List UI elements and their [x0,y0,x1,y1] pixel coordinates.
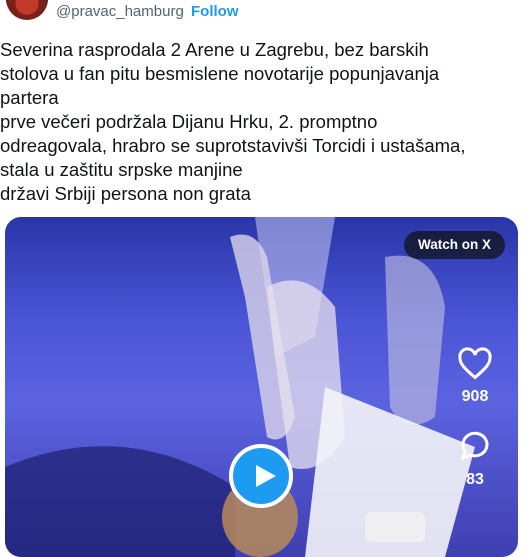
tweet-header: @pravac_hamburg · Follow [0,0,527,26]
follow-button[interactable]: Follow [191,3,239,20]
tweet-line: prve večeri podržala Dijanu Hrku, 2. pro… [0,111,378,132]
heart-icon [458,347,492,380]
tweet-line: Severina rasprodala 2 Arene u Zagrebu, b… [0,39,429,60]
separator-dot: · [180,3,185,20]
like-count: 908 [461,388,489,405]
video-player[interactable]: Watch on X 908 83 [5,217,518,557]
tweet-text: Severina rasprodala 2 Arene u Zagrebu, b… [0,38,520,206]
background-figure [385,255,445,425]
video-actions: 908 83 [445,347,505,511]
tweet-line: stala u zaštitu srpske manjine [0,159,243,180]
play-button[interactable] [229,444,293,508]
tweet-line: stolova u fan pitu besmislene novotarije… [0,63,440,84]
watch-on-x-button[interactable]: Watch on X [404,231,505,259]
play-icon [256,465,276,487]
tweet-line: državi Srbiji persona non grata [0,183,251,204]
comment-icon [460,431,489,461]
tweet-line: partera [0,87,59,108]
tweet-line: odreagovala, hrabro se suprotstavivši To… [0,135,466,156]
reply-button[interactable]: 83 [445,428,505,489]
user-handle[interactable]: @pravac_hamburg [56,3,184,20]
avatar[interactable] [6,0,48,20]
crowd-shadow [5,446,235,557]
phone-light [365,512,425,542]
reply-count: 83 [466,471,484,488]
like-button[interactable]: 908 [445,347,505,406]
